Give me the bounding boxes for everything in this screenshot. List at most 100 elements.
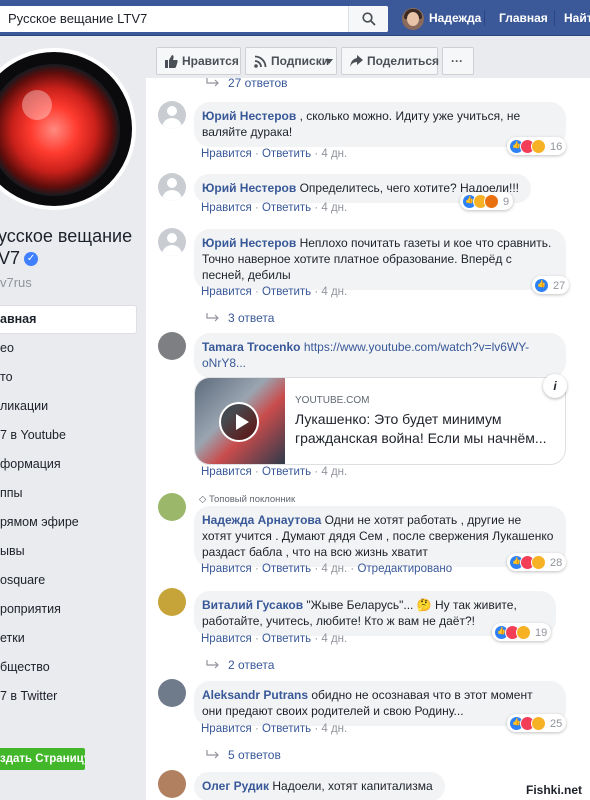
search-button[interactable] [348, 6, 388, 32]
reaction-summary[interactable]: 9 [460, 192, 514, 210]
nav-item-events[interactable]: роприятия [0, 595, 137, 624]
search-value: Русское вещание LTV7 [8, 11, 148, 26]
share-button[interactable]: Поделиться [341, 47, 439, 75]
nav-item-notes[interactable]: етки [0, 624, 137, 653]
user-avatar[interactable] [402, 8, 424, 30]
comment-author[interactable]: Tamara Trocenko [202, 340, 300, 354]
reaction-summary[interactable]: 25 [507, 714, 567, 732]
comment-actions: Нравится · Ответить · 4 дн. [201, 723, 348, 735]
nav-item-twitter[interactable]: 7 в Twitter [0, 682, 137, 711]
reaction-summary[interactable]: 19 [492, 623, 552, 641]
reply-link[interactable]: Ответить [262, 148, 311, 160]
nav-item-community[interactable]: бщество [0, 653, 137, 682]
comment-author[interactable]: Юрий Нестеров [202, 236, 296, 250]
reply-link[interactable]: Ответить [262, 563, 311, 575]
nav-item-youtube[interactable]: 7 в Youtube [0, 421, 137, 450]
replies-count: 27 ответов [228, 78, 288, 90]
commenter-avatar[interactable] [158, 588, 186, 616]
like-page-label: Нравится [182, 54, 239, 68]
nav-item-home[interactable]: авная [0, 305, 137, 334]
comment-author[interactable]: Виталий Гусаков [202, 598, 303, 612]
rss-icon [254, 55, 267, 68]
reply-link[interactable]: Ответить [262, 723, 311, 735]
like-page-button[interactable]: Нравится [156, 47, 241, 75]
edited-link[interactable]: Отредактировано [357, 563, 452, 575]
like-comment-link[interactable]: Нравится [201, 563, 252, 575]
like-comment-link[interactable]: Нравится [201, 148, 252, 160]
like-comment-link[interactable]: Нравится [201, 723, 252, 735]
nav-item-live[interactable]: рямом эфире [0, 508, 137, 537]
page-action-bar: Нравится Подписки Поделиться ··· [156, 47, 474, 75]
nav-item-reviews[interactable]: ывы [0, 537, 137, 566]
commenter-avatar[interactable] [158, 228, 186, 256]
comment-time[interactable]: 4 дн. [321, 563, 347, 575]
reply-arrow-icon [206, 313, 219, 322]
angry-reaction-icon [484, 194, 499, 210]
reaction-summary[interactable]: 16 [507, 137, 567, 155]
comment-author[interactable]: Олег Рудик [202, 779, 269, 793]
link-source: YOUTUBE.COM [295, 395, 370, 406]
link-preview-card[interactable]: YOUTUBE.COM Лукашенко: Это будет минимум… [194, 377, 566, 465]
commenter-avatar[interactable] [158, 493, 186, 521]
page-title[interactable]: усское вещание V7 ✓ [0, 225, 146, 269]
nav-item-info[interactable]: формация [0, 450, 137, 479]
commenter-avatar[interactable] [158, 332, 186, 360]
like-comment-link[interactable]: Нравится [201, 633, 252, 645]
more-options-label: ··· [451, 54, 463, 68]
comment-time[interactable]: 4 дн. [321, 723, 347, 735]
search-icon [362, 12, 376, 26]
comment-bubble: Tamara Trocenko https://www.youtube.com/… [194, 333, 566, 378]
follow-button[interactable]: Подписки [245, 47, 337, 75]
commenter-avatar[interactable] [158, 679, 186, 707]
info-icon[interactable]: i [543, 374, 567, 398]
comment-time[interactable]: 4 дн. [321, 466, 347, 478]
diamond-icon: ◇ [199, 494, 209, 505]
comment-time[interactable]: 4 дн. [321, 148, 347, 160]
commenter-avatar[interactable] [158, 101, 186, 129]
home-link[interactable]: Главная [499, 11, 548, 25]
reply-link[interactable]: Ответить [262, 466, 311, 478]
play-icon[interactable] [219, 402, 259, 442]
haha-reaction-icon [531, 555, 546, 571]
video-thumbnail[interactable] [195, 378, 285, 464]
comment-time[interactable]: 4 дн. [321, 286, 347, 298]
like-comment-link[interactable]: Нравится [201, 466, 252, 478]
create-page-button[interactable]: здать Страницу [0, 748, 85, 770]
replies-count: 5 ответов [228, 748, 281, 762]
link-title[interactable]: Лукашенко: Это будет минимум гражданская… [295, 410, 555, 448]
reply-link[interactable]: Ответить [262, 633, 311, 645]
reply-arrow-icon [206, 750, 219, 759]
like-comment-link[interactable]: Нравится [201, 202, 252, 214]
nav-item-foursquare[interactable]: osquare [0, 566, 137, 595]
nav-item-videos[interactable]: ео [0, 334, 137, 363]
find-link[interactable]: Найт [564, 11, 590, 25]
commenter-avatar[interactable] [158, 770, 186, 798]
comment-author[interactable]: Юрий Нестеров [202, 109, 296, 123]
comment-author[interactable]: Aleksandr Putrans [202, 688, 308, 702]
reaction-count: 27 [553, 279, 566, 292]
comment-actions: Нравится · Ответить · 4 дн. [201, 466, 348, 478]
reaction-summary[interactable]: 27 [532, 276, 570, 294]
nav-item-groups[interactable]: ппы [0, 479, 137, 508]
share-arrow-icon [350, 55, 363, 67]
reply-link[interactable]: Ответить [262, 202, 311, 214]
comment-time[interactable]: 4 дн. [321, 202, 347, 214]
comment-author[interactable]: Надежда Арнаутова [202, 513, 321, 527]
comment-bubble: Олег Рудик Надоели, хотят капитализма [194, 772, 445, 800]
nav-item-posts[interactable]: ликации [0, 392, 137, 421]
comment-author[interactable]: Юрий Нестеров [202, 181, 296, 195]
reaction-count: 9 [503, 195, 510, 208]
user-name-link[interactable]: Надежда [429, 11, 481, 25]
page-handle[interactable]: v7rus [0, 275, 32, 290]
reply-link[interactable]: Ответить [262, 286, 311, 298]
more-options-button[interactable]: ··· [442, 47, 474, 75]
nav-item-photos[interactable]: то [0, 363, 137, 392]
comment-time[interactable]: 4 дн. [321, 633, 347, 645]
reaction-summary[interactable]: 28 [507, 553, 567, 571]
page-profile-picture[interactable] [0, 48, 136, 210]
page-title-line2: V7 [0, 248, 21, 268]
like-comment-link[interactable]: Нравится [201, 286, 252, 298]
search-input[interactable]: Русское вещание LTV7 [0, 6, 388, 32]
haha-reaction-icon [531, 716, 546, 732]
commenter-avatar[interactable] [158, 173, 186, 201]
